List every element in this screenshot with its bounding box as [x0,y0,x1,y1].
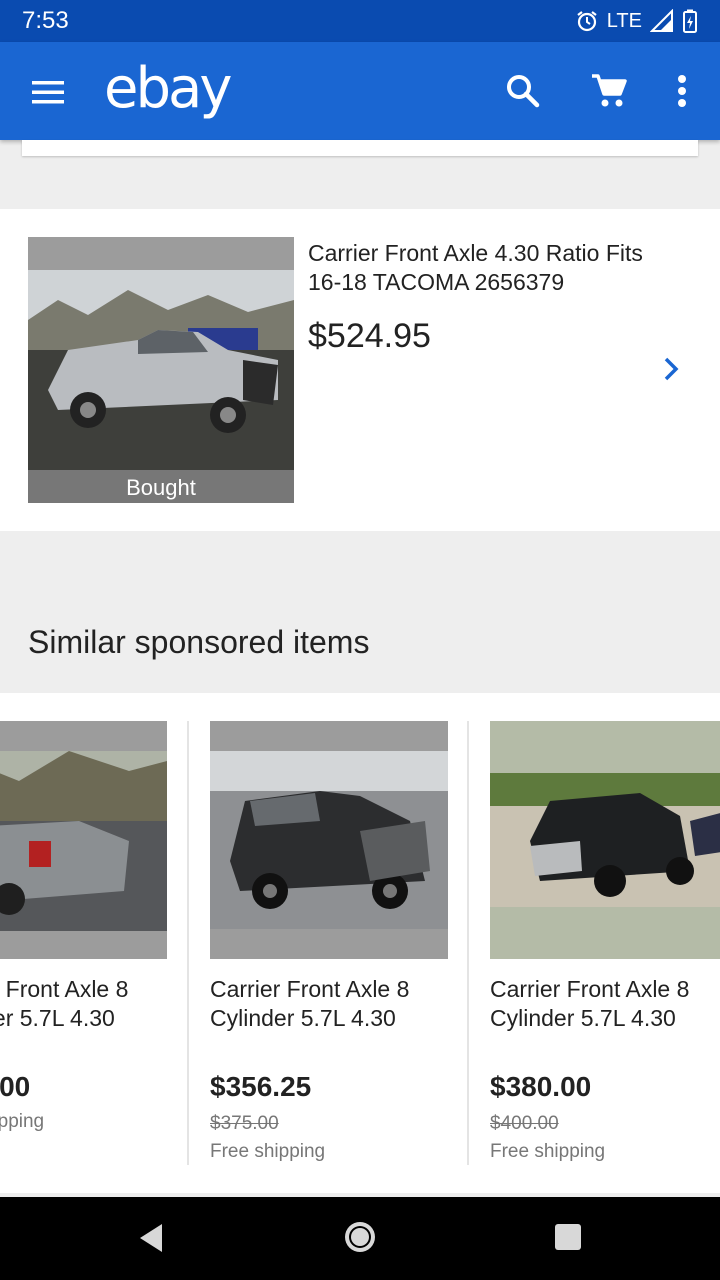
similar-item-original-price: $400.00 [490,1113,559,1134]
card-divider [467,721,469,1165]
app-bar: ebay [0,42,720,140]
alarm-icon [575,9,599,33]
similar-item-price: $380.00 [490,1071,592,1102]
bought-badge: Bought [28,470,294,503]
similar-item-card[interactable]: Carrier Front Axle 8Cylinder 5.7L 4.30 $… [490,721,720,1162]
recents-icon[interactable] [554,1223,582,1251]
bought-item-card[interactable]: Bought Carrier Front Axle 4.30 Ratio Fit… [0,209,720,531]
similar-item-thumbnail [0,721,167,959]
home-icon[interactable] [341,1218,379,1256]
truck-photo [28,270,294,470]
bought-item-title: Carrier Front Axle 4.30 Ratio Fits 16-18… [308,240,643,295]
cart-button[interactable] [588,70,630,112]
previous-card-edge [22,140,698,156]
truck-photo [0,721,167,959]
more-options-button[interactable] [662,70,702,112]
cart-icon [592,74,627,107]
similar-item-title: Carrier Front Axle 8Cylinder 5.7L 4.30 [210,976,410,1031]
similar-item-card[interactable]: Carrier Front Axle 8Cylinder 5.7L 4.30 $… [210,721,448,1162]
status-icons: LTE [575,9,698,33]
similar-item-thumbnail [210,721,448,959]
truck-photo [210,721,448,959]
similar-items-carousel[interactable]: Carrier Front Axle 8Cylinder 5.7L 4.30 $… [0,693,720,1193]
more-vert-icon [678,75,686,107]
truck-photo [490,721,720,959]
menu-button[interactable] [28,72,68,112]
similar-item-price: $356.25 [210,1071,312,1102]
card-divider [187,721,189,1165]
similar-item-thumbnail [490,721,720,959]
similar-item-title: Carrier Front Axle 8Cylinder 5.7L 4.30 [0,976,129,1031]
similar-item-original-price: $375.00 [210,1113,279,1134]
back-icon[interactable] [136,1221,166,1255]
similar-item-shipping: Free shipping [210,1141,326,1162]
similar-item-price: $360.00 [0,1071,31,1102]
similar-item-card[interactable]: Carrier Front Axle 8Cylinder 5.7L 4.30 $… [0,721,167,1161]
ebay-logo[interactable]: ebay [104,56,232,121]
search-button[interactable] [502,70,544,112]
chevron-right-icon[interactable] [660,355,682,383]
menu-icon [32,81,64,104]
battery-icon [682,9,698,33]
status-bar: 7:53 LTE [0,0,720,42]
signal-icon [650,9,674,33]
search-icon [507,75,540,108]
similar-item-shipping: Free shipping [0,1111,45,1132]
status-time: 7:53 [22,7,69,34]
bought-item-price: $524.95 [308,317,431,355]
bought-item-thumbnail: Bought [28,237,294,503]
network-label: LTE [606,9,642,32]
similar-item-shipping: Free shipping [490,1141,606,1162]
similar-items-heading: Similar sponsored items [28,624,370,660]
similar-item-title: Carrier Front Axle 8Cylinder 5.7L 4.30 [490,976,690,1031]
system-nav-bar [0,1197,720,1280]
